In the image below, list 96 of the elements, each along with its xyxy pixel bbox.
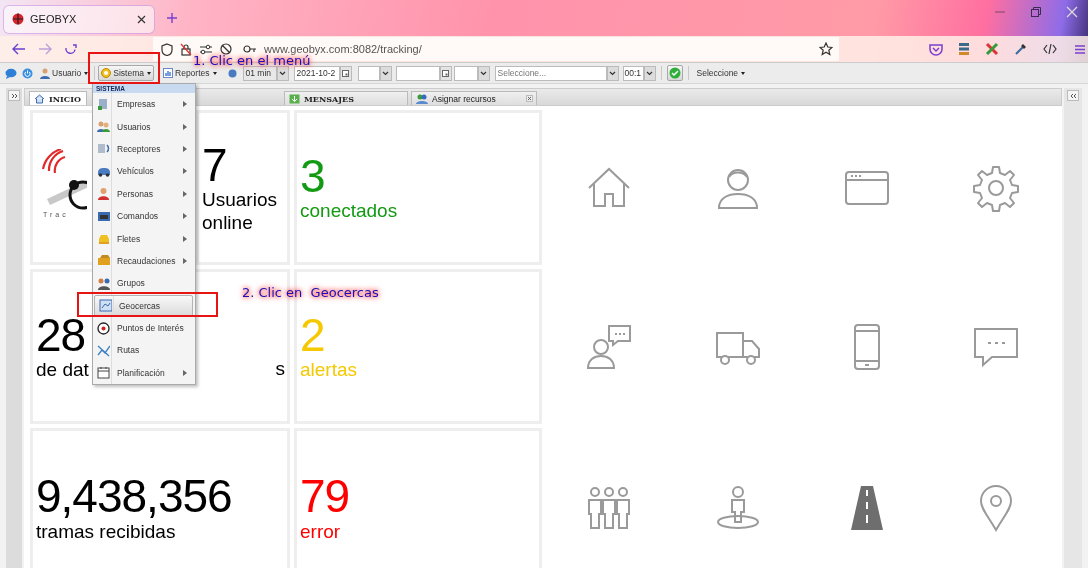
reload-icon[interactable] bbox=[64, 42, 77, 56]
calendar-icon bbox=[97, 366, 110, 380]
close-icon[interactable] bbox=[526, 95, 533, 102]
chevron-down-icon bbox=[279, 70, 286, 76]
menu-item[interactable]: Empresas bbox=[93, 93, 195, 116]
plus-icon[interactable] bbox=[166, 12, 178, 24]
stat-label: error bbox=[300, 520, 341, 544]
time-field[interactable]: 00:1 bbox=[622, 65, 644, 81]
menu-item[interactable]: Puntos de Interés bbox=[93, 316, 195, 340]
stat-value: 7 bbox=[202, 140, 227, 189]
shield-icon bbox=[161, 42, 173, 56]
stat-value: 9,438,356 bbox=[36, 472, 232, 521]
tab[interactable]: Asignar recursos bbox=[411, 91, 537, 105]
caret-icon bbox=[147, 71, 151, 75]
stat-label: alertas bbox=[300, 359, 358, 383]
route-icon bbox=[97, 344, 110, 357]
globe-icon bbox=[12, 13, 24, 25]
bookmark-star-icon[interactable] bbox=[819, 42, 833, 56]
caret-icon bbox=[84, 71, 89, 75]
building-icon bbox=[97, 97, 110, 111]
close-icon[interactable] bbox=[137, 14, 146, 24]
reports-menu[interactable]: Reportes bbox=[160, 65, 220, 81]
menu-item[interactable]: Usuarios bbox=[93, 115, 195, 138]
menu-item[interactable]: Personas bbox=[93, 182, 195, 205]
menu-item[interactable]: Recaudaciones bbox=[93, 249, 195, 273]
stat-value: 28 bbox=[36, 310, 86, 360]
caret-icon bbox=[212, 71, 217, 75]
map-area-icon bbox=[99, 299, 112, 313]
pocket-icon[interactable] bbox=[929, 42, 943, 56]
target-icon bbox=[97, 321, 110, 335]
menu-item[interactable]: Receptores bbox=[93, 137, 195, 161]
back-arrow-icon[interactable] bbox=[12, 43, 26, 55]
chevron-down-icon bbox=[480, 70, 487, 76]
double-chevron-right-icon bbox=[10, 92, 18, 99]
menu-item[interactable]: Comandos bbox=[93, 204, 195, 228]
expand-button[interactable] bbox=[8, 90, 20, 101]
menu-item[interactable]: Geocercas bbox=[94, 294, 193, 317]
eyedropper-icon[interactable] bbox=[1014, 42, 1028, 56]
caret-icon bbox=[741, 71, 746, 75]
settings-icon[interactable] bbox=[971, 163, 1020, 212]
user-menu[interactable]: Usuario bbox=[37, 65, 92, 81]
gear-icon bbox=[101, 68, 112, 78]
chevron-down-icon bbox=[382, 70, 389, 76]
calendar-icon bbox=[342, 69, 349, 77]
download-icon bbox=[289, 93, 300, 104]
code-icon[interactable] bbox=[1043, 43, 1057, 55]
lock-icon bbox=[180, 42, 192, 56]
vehicle-select[interactable]: Seleccione... bbox=[494, 65, 607, 81]
annotation-text: 2. Clic en Geocercas bbox=[242, 288, 379, 298]
database-icon[interactable] bbox=[958, 42, 970, 56]
console-icon bbox=[97, 209, 110, 223]
browser-tab[interactable]: GEOBYX bbox=[4, 5, 154, 33]
restore-icon[interactable] bbox=[1030, 6, 1042, 18]
select-field[interactable] bbox=[357, 65, 380, 81]
people-icon bbox=[416, 93, 428, 104]
tab[interactable]: INICIO bbox=[29, 91, 87, 105]
tab[interactable]: MENSAJES bbox=[284, 91, 408, 105]
chevron-down-icon bbox=[609, 70, 616, 76]
stat-label: de dat bbox=[36, 359, 89, 383]
double-chevron-left-icon bbox=[1069, 92, 1077, 99]
stat-label: Usuarios online bbox=[202, 188, 278, 235]
stat-label: tramas recibidas bbox=[36, 520, 176, 544]
select-field[interactable] bbox=[453, 65, 478, 81]
calendar-icon bbox=[442, 69, 449, 77]
menu-icon[interactable] bbox=[1074, 43, 1086, 55]
users-icon bbox=[97, 120, 110, 134]
menu-item[interactable]: Planificación bbox=[93, 361, 195, 385]
sliders-icon bbox=[199, 43, 213, 55]
cross-tools-icon[interactable] bbox=[985, 42, 999, 56]
chevron-down-icon bbox=[646, 70, 653, 76]
stat-value: 3 bbox=[300, 151, 325, 201]
highlight-frame bbox=[88, 52, 160, 84]
menu-item[interactable]: Rutas bbox=[93, 339, 195, 362]
person-icon bbox=[97, 187, 110, 201]
user-icon bbox=[40, 67, 50, 79]
chat-bubble-icon[interactable] bbox=[5, 67, 17, 79]
menu-item[interactable]: Vehículos bbox=[93, 160, 195, 183]
menu-item[interactable]: Grupos bbox=[93, 272, 195, 295]
person-speech-icon[interactable] bbox=[584, 322, 633, 371]
date-field[interactable] bbox=[395, 65, 440, 81]
key-icon bbox=[243, 44, 257, 54]
date-field[interactable]: 2021-10-2 bbox=[293, 65, 340, 81]
collapse-button[interactable] bbox=[1067, 90, 1079, 101]
stat-label: s bbox=[275, 358, 285, 381]
home-icon bbox=[34, 93, 45, 104]
power-icon[interactable] bbox=[22, 67, 33, 79]
apply-button[interactable] bbox=[666, 65, 683, 81]
stat-value: 2 bbox=[300, 310, 325, 360]
stat-value: 79 bbox=[300, 472, 350, 521]
check-icon bbox=[668, 67, 681, 79]
bar-chart-icon bbox=[163, 68, 173, 78]
group-icon bbox=[97, 276, 110, 290]
stat-label: conectados bbox=[300, 200, 398, 224]
menu-item[interactable]: Fletes bbox=[93, 227, 195, 250]
filter-menu[interactable]: Seleccione bbox=[693, 65, 749, 81]
system-menu-button[interactable]: Sistema bbox=[98, 65, 154, 81]
